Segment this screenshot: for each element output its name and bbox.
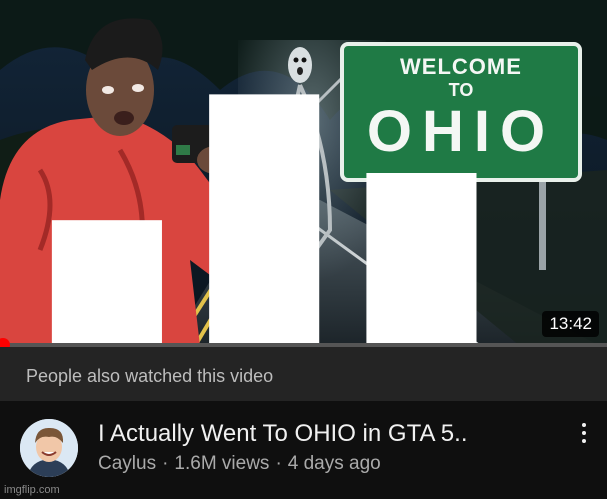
also-watched-banner: People also watched this video — [0, 347, 607, 402]
also-watched-label: People also watched this video — [26, 366, 274, 386]
more-vertical-icon[interactable] — [577, 419, 591, 451]
video-meta[interactable]: I Actually Went To OHIO in GTA 5.. Caylu… — [0, 401, 607, 499]
video-title[interactable]: I Actually Went To OHIO in GTA 5.. — [98, 420, 467, 448]
video-thumbnail[interactable]: WELCOME TO OHIO 13:42 — [0, 0, 607, 346]
duration-badge: 13:42 — [542, 311, 599, 337]
separator: · — [275, 453, 282, 474]
channel-avatar[interactable] — [20, 419, 78, 477]
avatar-image — [20, 419, 78, 477]
audio-bars-icon — [51, 94, 477, 346]
upload-age: 4 days ago — [287, 453, 381, 474]
channel-name[interactable]: Caylus — [98, 453, 156, 474]
view-count: 1.6M views — [174, 453, 270, 474]
watermark: imgflip.com — [4, 484, 60, 496]
video-subline: Caylus · 1.6M views · 4 days ago — [98, 453, 381, 475]
separator: · — [162, 453, 169, 474]
